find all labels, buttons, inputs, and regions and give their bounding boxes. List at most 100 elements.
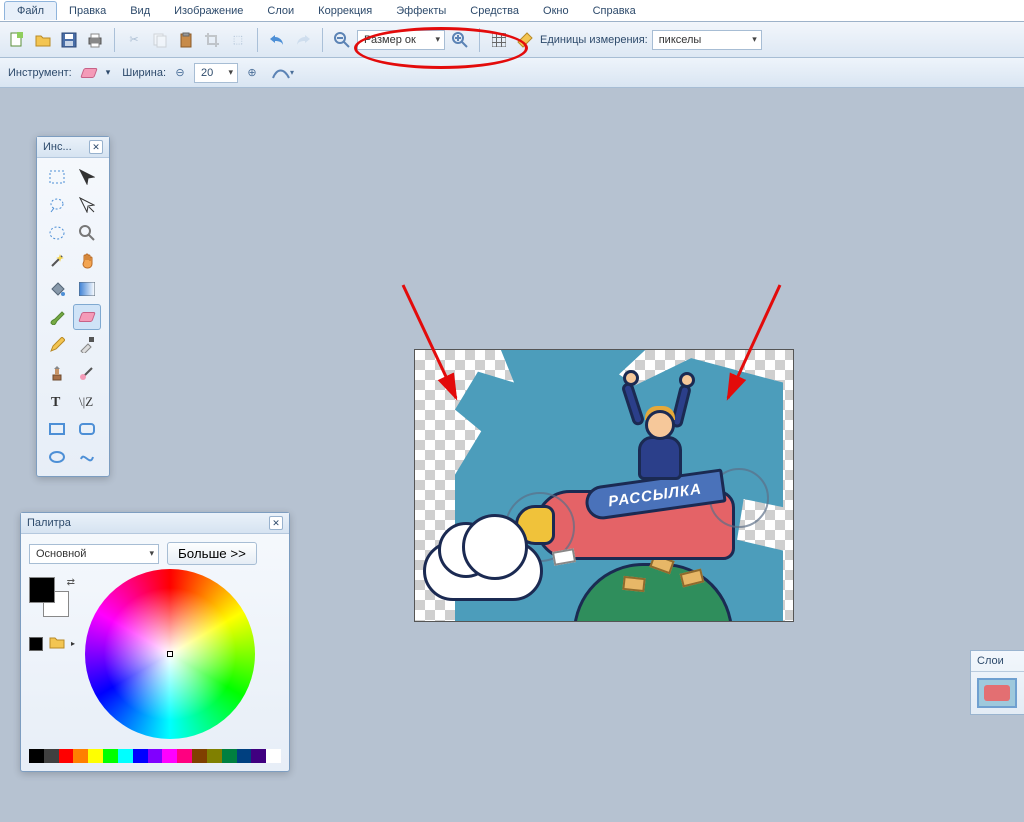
- tool-line-icon[interactable]: \|Z: [73, 388, 101, 414]
- menu-correction[interactable]: Коррекция: [306, 2, 384, 20]
- width-value-select[interactable]: 20: [194, 63, 238, 83]
- menu-image[interactable]: Изображение: [162, 2, 255, 20]
- foreground-color-swatch[interactable]: [29, 577, 55, 603]
- tool-label: Инструмент:: [8, 67, 72, 79]
- units-label: Единицы измерения:: [540, 34, 648, 46]
- width-decrease-icon[interactable]: ⊖: [172, 62, 188, 84]
- deselect-icon[interactable]: ⬚: [227, 29, 249, 51]
- tool-brush-icon[interactable]: [43, 304, 71, 330]
- menu-effects[interactable]: Эффекты: [384, 2, 458, 20]
- tool-lasso-icon[interactable]: [43, 192, 71, 218]
- tool-rect-icon[interactable]: [43, 416, 71, 442]
- palette-color-swatch[interactable]: [88, 749, 103, 763]
- ruler-icon[interactable]: [514, 29, 536, 51]
- menu-bar: Файл Правка Вид Изображение Слои Коррекц…: [0, 0, 1024, 22]
- menu-window[interactable]: Окно: [531, 2, 581, 20]
- zoom-out-icon[interactable]: [331, 29, 353, 51]
- zoom-level-select[interactable]: Размер ок: [357, 30, 445, 50]
- menu-edit[interactable]: Правка: [57, 2, 118, 20]
- palette-panel-title: Палитра: [27, 517, 71, 529]
- tool-options-bar: Инструмент: ▾ Ширина: ⊖ 20 ⊕ ▾: [0, 58, 1024, 88]
- tool-eraser-icon[interactable]: [73, 304, 101, 330]
- canvas-image-plane: РАССЫЛКА: [505, 420, 765, 590]
- tool-ellipse-icon[interactable]: [43, 444, 71, 470]
- tool-pan-icon[interactable]: [73, 248, 101, 274]
- open-file-icon[interactable]: [32, 29, 54, 51]
- tool-clone-icon[interactable]: [43, 360, 71, 386]
- zoom-in-icon[interactable]: [449, 29, 471, 51]
- tool-move-icon[interactable]: [73, 164, 101, 190]
- tool-bucket-icon[interactable]: [43, 276, 71, 302]
- color-wheel[interactable]: [85, 569, 255, 739]
- palette-color-swatch[interactable]: [118, 749, 133, 763]
- palette-more-button[interactable]: Больше >>: [167, 542, 257, 565]
- palette-color-swatch[interactable]: [73, 749, 88, 763]
- palette-color-swatch[interactable]: [148, 749, 163, 763]
- palette-panel: Палитра ✕ Основной Больше >> ⇄ ▸: [20, 512, 290, 772]
- tool-text-icon[interactable]: T: [43, 388, 71, 414]
- menu-tools[interactable]: Средства: [458, 2, 531, 20]
- layers-panel-title: Слои: [971, 651, 1024, 672]
- palette-color-swatch[interactable]: [207, 749, 222, 763]
- palette-color-swatch[interactable]: [177, 749, 192, 763]
- palette-folder-icon[interactable]: [49, 635, 65, 652]
- svg-text:\|Z: \|Z: [79, 394, 93, 409]
- palette-color-swatch[interactable]: [133, 749, 148, 763]
- menu-view[interactable]: Вид: [118, 2, 162, 20]
- reset-colors-icon[interactable]: [29, 637, 43, 651]
- paste-icon[interactable]: [175, 29, 197, 51]
- palette-strip[interactable]: [29, 749, 281, 763]
- tool-roundrect-icon[interactable]: [73, 416, 101, 442]
- tool-gradient-icon[interactable]: [73, 276, 101, 302]
- palette-color-swatch[interactable]: [251, 749, 266, 763]
- palette-color-swatch[interactable]: [29, 749, 44, 763]
- palette-color-swatch[interactable]: [59, 749, 74, 763]
- redo-icon[interactable]: [292, 29, 314, 51]
- canvas[interactable]: РАССЫЛКА: [414, 349, 794, 622]
- tools-panel: Инс... ✕ T \|Z: [36, 136, 110, 477]
- tool-rect-select-icon[interactable]: [43, 164, 71, 190]
- layer-thumbnail[interactable]: [977, 678, 1017, 708]
- crop-icon[interactable]: [201, 29, 223, 51]
- menu-layers[interactable]: Слои: [255, 2, 306, 20]
- tools-panel-title: Инс...: [43, 141, 72, 153]
- palette-mode-select[interactable]: Основной: [29, 544, 159, 564]
- save-icon[interactable]: [58, 29, 80, 51]
- svg-text:T: T: [51, 395, 61, 409]
- current-tool-eraser-icon[interactable]: [78, 62, 100, 84]
- undo-icon[interactable]: [266, 29, 288, 51]
- palette-color-swatch[interactable]: [192, 749, 207, 763]
- tool-ellipse-select-icon[interactable]: [43, 220, 71, 246]
- palette-panel-close-icon[interactable]: ✕: [269, 516, 283, 530]
- tool-freeform-icon[interactable]: [73, 444, 101, 470]
- tool-move-selection-icon[interactable]: [73, 192, 101, 218]
- menu-help[interactable]: Справка: [581, 2, 648, 20]
- grid-icon[interactable]: [488, 29, 510, 51]
- tools-panel-close-icon[interactable]: ✕: [89, 140, 103, 154]
- tool-zoom-icon[interactable]: [73, 220, 101, 246]
- color-swatch-pair[interactable]: ⇄: [29, 577, 75, 623]
- cut-icon[interactable]: ✂: [123, 29, 145, 51]
- palette-color-swatch[interactable]: [222, 749, 237, 763]
- menu-file[interactable]: Файл: [4, 1, 57, 20]
- width-label: Ширина:: [122, 67, 166, 79]
- tool-picker-icon[interactable]: [73, 332, 101, 358]
- canvas-envelope-icon: [552, 548, 576, 566]
- antialias-icon[interactable]: ▾: [272, 62, 294, 84]
- copy-icon[interactable]: [149, 29, 171, 51]
- swap-colors-icon[interactable]: ⇄: [67, 577, 75, 588]
- palette-color-swatch[interactable]: [162, 749, 177, 763]
- palette-color-swatch[interactable]: [103, 749, 118, 763]
- width-increase-icon[interactable]: ⊕: [244, 62, 260, 84]
- palette-color-swatch[interactable]: [44, 749, 59, 763]
- main-toolbar: ✂ ⬚ Размер ок Единицы измерения: пикселы: [0, 22, 1024, 58]
- tool-wand-icon[interactable]: [43, 248, 71, 274]
- canvas-image-cloud: [423, 541, 543, 601]
- palette-color-swatch[interactable]: [237, 749, 252, 763]
- new-file-icon[interactable]: [6, 29, 28, 51]
- units-select[interactable]: пикселы: [652, 30, 762, 50]
- palette-color-swatch[interactable]: [266, 749, 281, 763]
- tool-pencil-icon[interactable]: [43, 332, 71, 358]
- print-icon[interactable]: [84, 29, 106, 51]
- tool-recolor-icon[interactable]: [73, 360, 101, 386]
